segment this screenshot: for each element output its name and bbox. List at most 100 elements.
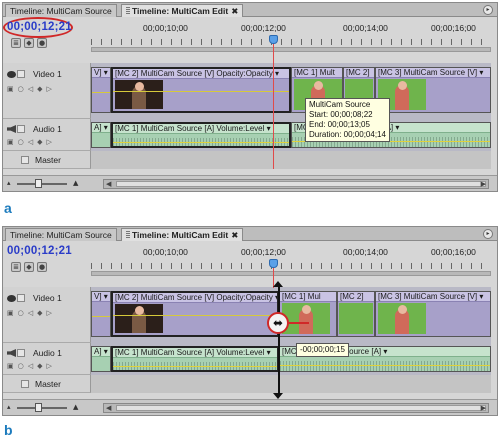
panel-menu-icon[interactable]: ▸ [483, 229, 493, 239]
horizontal-scrollbar[interactable]: ◀ ▶ [103, 179, 489, 189]
zoom-in-icon[interactable]: ▲ [73, 403, 78, 411]
snap-icon[interactable]: ≣ [11, 262, 21, 272]
tab-multicam-edit[interactable]: Timeline: MultiCam Edit ✖ [121, 4, 244, 17]
video-track-header: Video 1 ▣○◁◆▷ [3, 287, 91, 343]
audio-track-area[interactable]: A] ▾ [MC 1] MultiCam Source [A] Volume:L… [91, 343, 491, 375]
audio-clip[interactable]: A] ▾ [91, 346, 111, 372]
timeline-bottom-bar: ▴ ▲ ◀ ▶ [3, 175, 497, 191]
playhead-icon[interactable] [269, 35, 278, 44]
keyframe-nav-icons[interactable]: ▣○◁◆▷ [7, 362, 56, 370]
current-timecode[interactable]: 00;00;12;21 [7, 245, 72, 257]
time-ruler[interactable]: 00;00;10;00 00;00;12;00 00;00;14;00 00;0… [91, 243, 491, 279]
timeline-panel-a: Timeline: MultiCam Source Timeline: Mult… [2, 2, 498, 192]
eye-icon[interactable] [7, 295, 16, 302]
speaker-icon[interactable] [7, 349, 16, 357]
close-icon[interactable]: ✖ [231, 6, 238, 16]
marker-icon[interactable]: ◆ [24, 262, 34, 272]
scroll-left-icon[interactable]: ◀ [106, 180, 111, 188]
master-toggle[interactable] [21, 156, 29, 164]
audio-clip-mc1[interactable]: [MC 1] MultiCam Source [A] Volume:Level … [111, 346, 279, 372]
master-toggle[interactable] [21, 380, 29, 388]
horizontal-scrollbar[interactable]: ◀ ▶ [103, 403, 489, 413]
lock-toggle[interactable] [17, 70, 25, 78]
zoom-in-icon[interactable]: ▲ [73, 179, 78, 187]
scrollbar-thumb[interactable] [116, 405, 486, 411]
video-clip-mc2b[interactable]: [MC 2] [337, 291, 375, 337]
video-clip-mc2[interactable]: [MC 2] MultiCam Source [V] Opacity:Opaci… [111, 291, 279, 337]
ruler-label: 00;00;10;00 [143, 247, 188, 257]
zoom-out-icon[interactable]: ▴ [7, 403, 11, 411]
zoom-slider-knob[interactable] [35, 179, 42, 188]
lock-toggle[interactable] [17, 125, 25, 133]
keyframe-nav-icons[interactable]: ▣○◁◆▷ [7, 138, 56, 146]
tab-multicam-source[interactable]: Timeline: MultiCam Source [5, 4, 117, 17]
scroll-left-icon[interactable]: ◀ [106, 404, 111, 412]
video-clip-mc1[interactable]: [MC 1] Mul [279, 291, 337, 337]
ruler-label: 00;00;16;00 [431, 23, 476, 33]
track-name-audio[interactable]: Audio 1 [33, 124, 62, 134]
clip-thumbnail [115, 80, 163, 109]
zoom-slider[interactable] [17, 407, 67, 409]
marker-icon[interactable]: ◆ [24, 38, 34, 48]
figure-label-a: a [4, 200, 12, 216]
master-track-header: Master [3, 375, 91, 393]
audio-clip-mc1[interactable]: [MC 1] MultiCam Source [A] Volume:Level … [111, 122, 291, 148]
eye-icon[interactable] [7, 71, 16, 78]
work-area-bar[interactable] [91, 47, 491, 52]
timeline-panel-b: Timeline: MultiCam Source Timeline: Mult… [2, 226, 498, 416]
lock-toggle[interactable] [17, 349, 25, 357]
tab-multicam-source[interactable]: Timeline: MultiCam Source [5, 228, 117, 241]
clip-thumbnail [115, 304, 163, 333]
grip-icon [126, 231, 130, 239]
ruler-label: 00;00;14;00 [343, 247, 388, 257]
video-clip[interactable]: V] ▾ [91, 67, 111, 113]
trim-offset-tooltip: -00;00;00;15 [296, 343, 349, 357]
current-timecode[interactable]: 00;00;12;21 [7, 21, 72, 33]
audio-track-area[interactable]: A] ▾ [MC 1] MultiCam Source [A] Volume:L… [91, 119, 491, 151]
video-track-area[interactable]: V] ▾ [MC 2] MultiCam Source [V] Opacity:… [91, 287, 491, 343]
ruler-label: 00;00;10;00 [143, 23, 188, 33]
zoom-slider[interactable] [17, 183, 67, 185]
zoom-slider-knob[interactable] [35, 403, 42, 412]
scrollbar-thumb[interactable] [116, 181, 486, 187]
work-area-bar[interactable] [91, 271, 491, 276]
close-icon[interactable]: ✖ [231, 230, 238, 240]
video-clip-mc3[interactable]: [MC 3] MultiCam Source [V] ▾ [375, 291, 491, 337]
track-name-video[interactable]: Video 1 [33, 293, 62, 303]
keyframe-nav-icons[interactable]: ▣○◁◆▷ [7, 85, 56, 93]
scroll-right-icon[interactable]: ▶ [481, 404, 486, 412]
snap-icon[interactable]: ≣ [11, 38, 21, 48]
trim-cursor-icon[interactable]: ⬌ [267, 312, 289, 334]
audio-clip[interactable]: A] ▾ [91, 122, 111, 148]
panel-menu-icon[interactable]: ▸ [483, 5, 493, 15]
scroll-right-icon[interactable]: ▶ [481, 180, 486, 188]
keyframe-icon[interactable]: ● [37, 38, 47, 48]
ruler-label: 00;00;12;00 [241, 247, 286, 257]
timeline-bottom-bar: ▴ ▲ ◀ ▶ [3, 399, 497, 415]
video-clip-mc2[interactable]: [MC 2] MultiCam Source [V] Opacity:Opaci… [111, 67, 291, 113]
speaker-icon[interactable] [7, 125, 16, 133]
track-name-master[interactable]: Master [35, 155, 61, 165]
ruler-label: 00;00;16;00 [431, 247, 476, 257]
zoom-out-icon[interactable]: ▴ [7, 179, 11, 187]
keyframe-nav-icons[interactable]: ▣○◁◆▷ [7, 309, 56, 317]
ruler-ticks [91, 259, 491, 269]
pointer-line [289, 322, 309, 324]
track-name-master[interactable]: Master [35, 379, 61, 389]
tab-bar: Timeline: MultiCam Source Timeline: Mult… [3, 227, 497, 241]
time-ruler[interactable]: 00;00;10;00 00;00;12;00 00;00;14;00 00;0… [91, 19, 491, 55]
tab-bar: Timeline: MultiCam Source Timeline: Mult… [3, 3, 497, 17]
master-track-area [91, 375, 491, 393]
video-clip-mc3[interactable]: [MC 3] MultiCam Source [V] ▾ [375, 67, 491, 113]
track-name-audio[interactable]: Audio 1 [33, 348, 62, 358]
video-track-area[interactable]: V] ▾ [MC 2] MultiCam Source [V] Opacity:… [91, 63, 491, 119]
keyframe-icon[interactable]: ● [37, 262, 47, 272]
tab-multicam-edit[interactable]: Timeline: MultiCam Edit ✖ [121, 228, 244, 241]
video-clip[interactable]: V] ▾ [91, 291, 111, 337]
clip-thumbnail [339, 303, 373, 334]
edit-line [278, 287, 280, 393]
lock-toggle[interactable] [17, 294, 25, 302]
master-track-header: Master [3, 151, 91, 169]
playhead-icon[interactable] [269, 259, 278, 268]
track-name-video[interactable]: Video 1 [33, 69, 62, 79]
